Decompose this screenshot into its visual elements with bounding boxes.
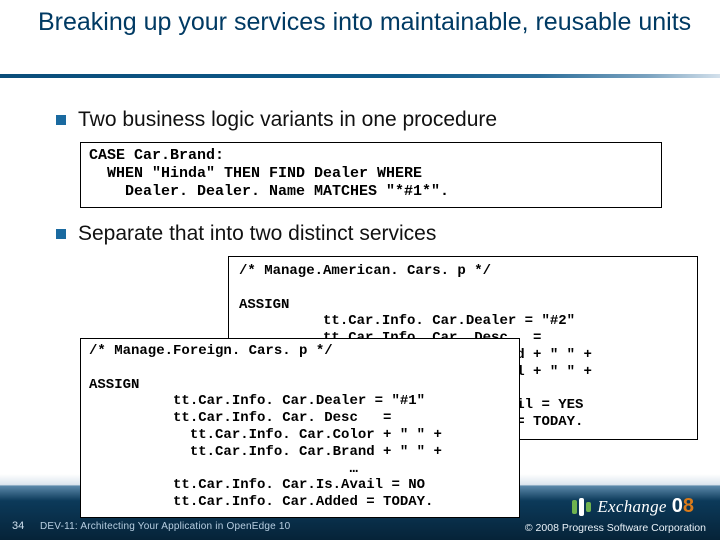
content-area: Two business logic variants in one proce…	[0, 78, 720, 506]
bullet-text: Separate that into two distinct services	[78, 222, 436, 246]
bullet-item-2: Separate that into two distinct services	[56, 222, 682, 246]
exchange-logo: Exchange 08	[572, 495, 694, 518]
bullet-item-1: Two business logic variants in one proce…	[56, 108, 682, 132]
logo-year: 08	[672, 495, 694, 518]
code-overlap-area: /* Manage.American. Cars. p */ ASSIGN tt…	[38, 256, 682, 506]
code-block-foreign: /* Manage.Foreign. Cars. p */ ASSIGN tt.…	[80, 338, 520, 518]
title-underline	[0, 74, 720, 78]
progress-mark-icon	[572, 498, 591, 516]
copyright-text: © 2008 Progress Software Corporation	[525, 522, 706, 534]
session-label: DEV-11: Architecting Your Application in…	[40, 521, 290, 532]
square-bullet-icon	[56, 115, 66, 125]
code-block-case: CASE Car.Brand: WHEN "Hinda" THEN FIND D…	[80, 142, 662, 208]
title-area: Breaking up your services into maintaina…	[0, 0, 720, 78]
slide-title: Breaking up your services into maintaina…	[38, 8, 720, 37]
bullet-text: Two business logic variants in one proce…	[78, 108, 497, 132]
logo-word: Exchange	[597, 497, 666, 517]
square-bullet-icon	[56, 229, 66, 239]
slide-number: 34	[12, 520, 24, 532]
